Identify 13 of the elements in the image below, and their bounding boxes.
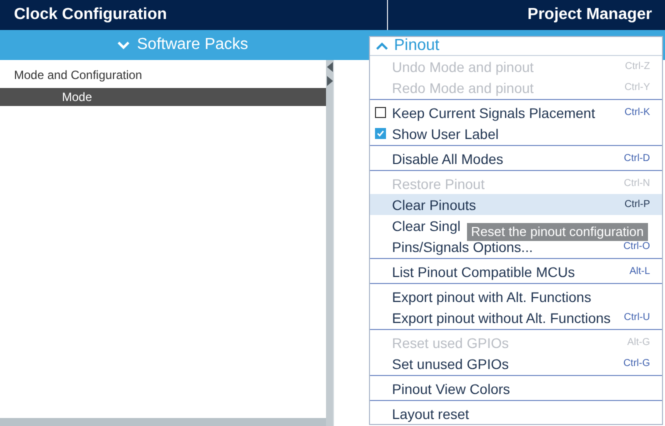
panel-title: Mode and Configuration	[13, 67, 144, 84]
shortcut-label: Ctrl-N	[624, 178, 650, 189]
shortcut-label: Ctrl-Y	[624, 82, 650, 93]
shortcut-label: Alt-G	[627, 337, 650, 348]
tooltip: Reset the pinout configuration	[467, 223, 648, 241]
shortcut-label: Ctrl-Z	[625, 61, 650, 72]
shortcut-label: Ctrl-O	[623, 241, 650, 252]
shortcut-label: Ctrl-P	[624, 199, 650, 210]
shortcut-label: Ctrl-D	[624, 153, 650, 164]
shortcut-label: Alt-L	[629, 266, 650, 277]
shortcut-label: Ctrl-K	[624, 107, 650, 118]
shortcut-label: Ctrl-U	[624, 312, 650, 323]
shortcut-label: Ctrl-G	[623, 358, 650, 369]
